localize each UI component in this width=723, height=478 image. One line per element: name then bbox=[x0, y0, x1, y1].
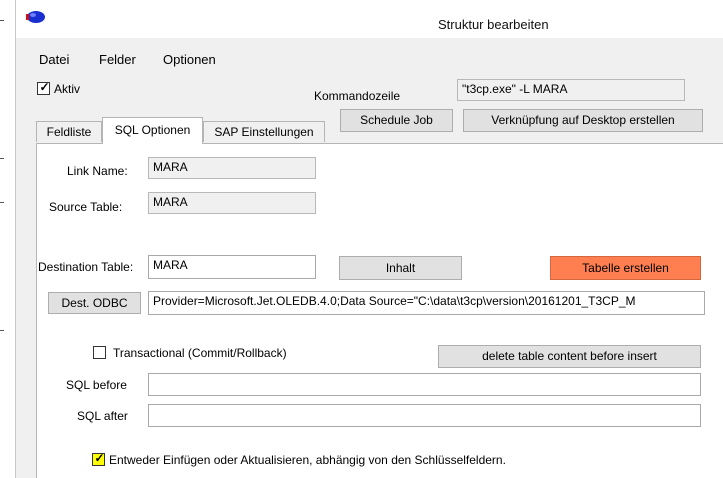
sql-after-field[interactable] bbox=[148, 404, 701, 427]
title-bar: Struktur bearbeiten bbox=[16, 0, 723, 38]
upsert-label: Entweder Einfügen oder Aktualisieren, ab… bbox=[109, 453, 506, 467]
desktop-shortcut-button[interactable]: Verknüpfung auf Desktop erstellen bbox=[463, 109, 703, 132]
create-table-button[interactable]: Tabelle erstellen bbox=[550, 256, 701, 280]
window-title: Struktur bearbeiten bbox=[438, 17, 549, 32]
link-name-field[interactable]: MARA bbox=[148, 157, 316, 179]
background-mark bbox=[0, 330, 4, 331]
inhalt-button[interactable]: Inhalt bbox=[339, 256, 462, 280]
checkmark-icon: ✓ bbox=[94, 451, 105, 465]
command-line-field[interactable]: "t3cp.exe" -L MARA bbox=[457, 79, 685, 101]
source-table-label: Source Table: bbox=[49, 200, 123, 214]
destination-table-field[interactable]: MARA bbox=[148, 255, 316, 279]
aktiv-checkbox[interactable]: ✓ bbox=[37, 80, 50, 95]
aktiv-label: Aktiv bbox=[54, 82, 81, 96]
menu-felder[interactable]: Felder bbox=[99, 52, 136, 67]
link-name-label: Link Name: bbox=[67, 164, 128, 178]
dest-odbc-button[interactable]: Dest. ODBC bbox=[48, 292, 141, 314]
schedule-job-button[interactable]: Schedule Job bbox=[340, 109, 453, 132]
menu-optionen[interactable]: Optionen bbox=[163, 52, 216, 67]
upsert-checkbox[interactable]: ✓ bbox=[92, 451, 105, 466]
transactional-checkbox[interactable] bbox=[93, 346, 106, 359]
app-icon bbox=[26, 11, 45, 23]
dialog-window: Struktur bearbeiten Datei Felder Optione… bbox=[15, 0, 723, 478]
background-window-strip bbox=[0, 0, 15, 478]
command-line-label: Kommandozeile bbox=[314, 89, 401, 103]
sql-before-label: SQL before bbox=[66, 378, 127, 392]
tab-sap-einstellungen[interactable]: SAP Einstellungen bbox=[203, 121, 325, 142]
delete-content-button[interactable]: delete table content before insert bbox=[438, 345, 701, 368]
sql-after-label: SQL after bbox=[77, 409, 128, 423]
connection-string-field[interactable]: Provider=Microsoft.Jet.OLEDB.4.0;Data So… bbox=[148, 291, 705, 315]
checkmark-icon: ✓ bbox=[39, 80, 50, 94]
background-mark bbox=[0, 158, 4, 159]
menu-datei[interactable]: Datei bbox=[39, 52, 69, 67]
menu-bar: Datei Felder Optionen bbox=[16, 38, 723, 72]
background-mark bbox=[0, 20, 4, 21]
transactional-label: Transactional (Commit/Rollback) bbox=[113, 346, 287, 360]
tab-sql-optionen[interactable]: SQL Optionen bbox=[102, 117, 203, 144]
tab-feldliste[interactable]: Feldliste bbox=[36, 121, 102, 142]
source-table-field[interactable]: MARA bbox=[148, 192, 316, 214]
destination-table-label: Destination Table: bbox=[38, 260, 134, 274]
background-mark bbox=[0, 202, 4, 203]
sql-before-field[interactable] bbox=[148, 373, 701, 396]
